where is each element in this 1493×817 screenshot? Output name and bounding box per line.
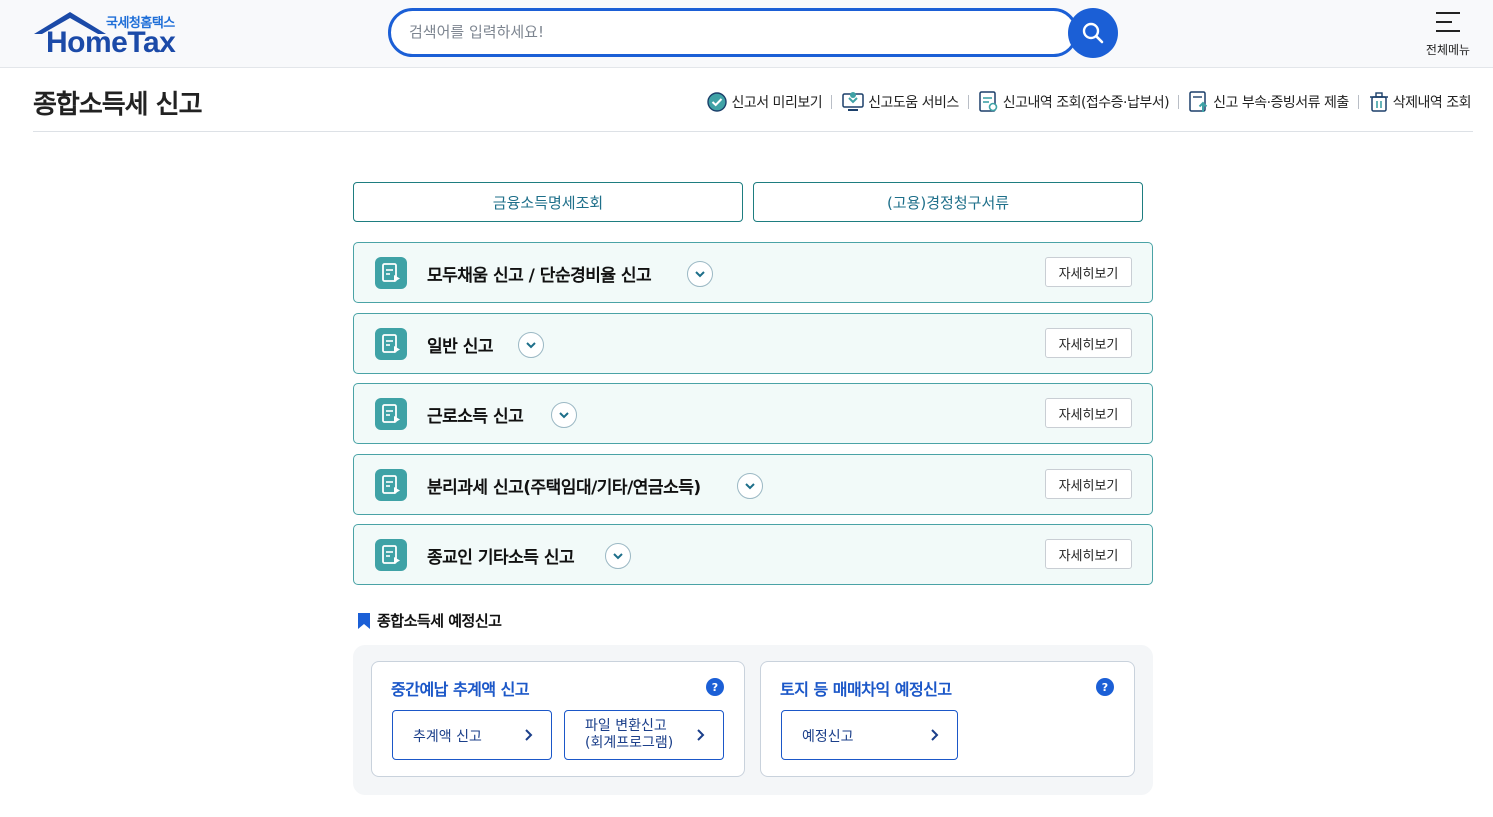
accordion-row-separate-taxation[interactable]: 분리과세 신고(주택임대/기타/연금소득) 자세히보기: [353, 454, 1153, 515]
search-input[interactable]: [409, 20, 1049, 44]
chevron-right-icon: [525, 729, 533, 741]
document-search-icon: [978, 91, 998, 112]
chevron-down-icon[interactable]: [737, 473, 763, 499]
divider: [1178, 95, 1180, 109]
divider: [831, 95, 833, 109]
trash-icon: [1369, 92, 1388, 112]
monitor-help-icon: [842, 92, 864, 111]
estimate-panel: 중간예납 추계액 신고 ? 추계액 신고 파일 변환신고 (회계프로그램) 토지…: [353, 645, 1153, 795]
accordion-title: 모두채움 신고 / 단순경비율 신고: [427, 266, 652, 286]
detail-button[interactable]: 자세히보기: [1045, 328, 1132, 358]
section-heading-text: 종합소득세 예정신고: [377, 612, 502, 630]
search-icon: [1082, 22, 1104, 44]
document-icon: [375, 539, 407, 571]
page-title: 종합소득세 신고: [33, 90, 202, 120]
hometax-logo[interactable]: 국세청홈택스 HomeTax: [32, 8, 192, 60]
quicklink-help-service[interactable]: 신고도움 서비스: [841, 91, 959, 113]
quicklinks-bar: 신고서 미리보기 신고도움 서비스 신고내역 조회(접수증·납부서) 신고 부속…: [706, 90, 1472, 114]
estimate-report-button[interactable]: 추계액 신고: [392, 710, 552, 760]
chevron-down-icon[interactable]: [518, 332, 544, 358]
interim-prepayment-card: 중간예납 추계액 신고 ? 추계액 신고 파일 변환신고 (회계프로그램): [371, 661, 745, 777]
quicklink-history[interactable]: 신고내역 조회(접수증·납부서): [978, 90, 1170, 114]
chevron-right-icon: [931, 729, 939, 741]
card-title: 중간예납 추계액 신고: [391, 680, 530, 699]
financial-income-lookup-button[interactable]: 금융소득명세조회: [353, 182, 743, 222]
search-box: [388, 8, 1078, 57]
document-icon: [375, 257, 407, 289]
land-trade-gain-card: 토지 등 매매차익 예정신고 ? 예정신고: [760, 661, 1135, 777]
search-button[interactable]: [1068, 8, 1118, 58]
title-divider: [33, 131, 1473, 132]
quicklink-label: 신고 부속·증빙서류 제출: [1213, 95, 1349, 111]
detail-button[interactable]: 자세히보기: [1045, 398, 1132, 428]
accordion-row-earned-income[interactable]: 근로소득 신고 자세히보기: [353, 383, 1153, 444]
quicklink-label: 신고도움 서비스: [868, 95, 959, 111]
check-badge-icon: [707, 92, 728, 112]
accordion-title: 일반 신고: [427, 337, 493, 357]
top-header: 국세청홈택스 HomeTax 전체메뉴: [0, 0, 1493, 68]
chevron-down-icon[interactable]: [551, 402, 577, 428]
file-conversion-report-button[interactable]: 파일 변환신고 (회계프로그램): [564, 710, 724, 760]
preliminary-report-button[interactable]: 예정신고: [781, 710, 958, 760]
logo-wordmark: HomeTax: [46, 26, 176, 59]
accordion-row-religious[interactable]: 종교인 기타소득 신고 자세히보기: [353, 524, 1153, 585]
help-icon[interactable]: ?: [706, 678, 724, 696]
detail-button[interactable]: 자세히보기: [1045, 539, 1132, 569]
accordion-title: 근로소득 신고: [427, 407, 524, 427]
accordion-title: 분리과세 신고(주택임대/기타/연금소득): [427, 478, 701, 498]
document-icon: [375, 469, 407, 501]
detail-button[interactable]: 자세히보기: [1045, 257, 1132, 287]
quicklink-label: 신고서 미리보기: [731, 95, 823, 111]
bookmark-icon: [358, 612, 370, 629]
card-title: 토지 등 매매차익 예정신고: [780, 680, 952, 699]
document-icon: [375, 398, 407, 430]
section-heading: 종합소득세 예정신고: [357, 610, 502, 631]
chevron-down-icon[interactable]: [605, 543, 631, 569]
quicklink-label: 삭제내역 조회: [1392, 95, 1472, 111]
button-label: 예정신고: [802, 729, 854, 745]
divider: [967, 95, 969, 109]
quicklink-deleted-history[interactable]: 삭제내역 조회: [1368, 91, 1472, 113]
all-menu-button[interactable]: 전체메뉴: [1418, 8, 1478, 60]
quicklink-preview[interactable]: 신고서 미리보기: [706, 91, 823, 113]
document-icon: [375, 328, 407, 360]
chevron-down-icon[interactable]: [687, 261, 713, 287]
document-upload-icon: [1189, 91, 1208, 112]
button-label: 파일 변환신고 (회계프로그램): [585, 718, 674, 751]
all-menu-label: 전체메뉴: [1425, 43, 1471, 57]
quicklink-attachment-submit[interactable]: 신고 부속·증빙서류 제출: [1188, 90, 1349, 114]
divider: [1357, 95, 1359, 109]
accordion-row-auto-fill[interactable]: 모두채움 신고 / 단순경비율 신고 자세히보기: [353, 242, 1153, 303]
button-label: 추계액 신고: [413, 729, 482, 745]
help-icon[interactable]: ?: [1096, 678, 1114, 696]
quicklink-label: 신고내역 조회(접수증·납부서): [1002, 95, 1170, 111]
correction-claim-docs-button[interactable]: (고용)경정청구서류: [753, 182, 1143, 222]
chevron-right-icon: [697, 729, 705, 741]
accordion-title: 종교인 기타소득 신고: [427, 548, 575, 568]
detail-button[interactable]: 자세히보기: [1045, 469, 1132, 499]
accordion-row-general[interactable]: 일반 신고 자세히보기: [353, 313, 1153, 374]
hamburger-icon: [1436, 12, 1460, 32]
